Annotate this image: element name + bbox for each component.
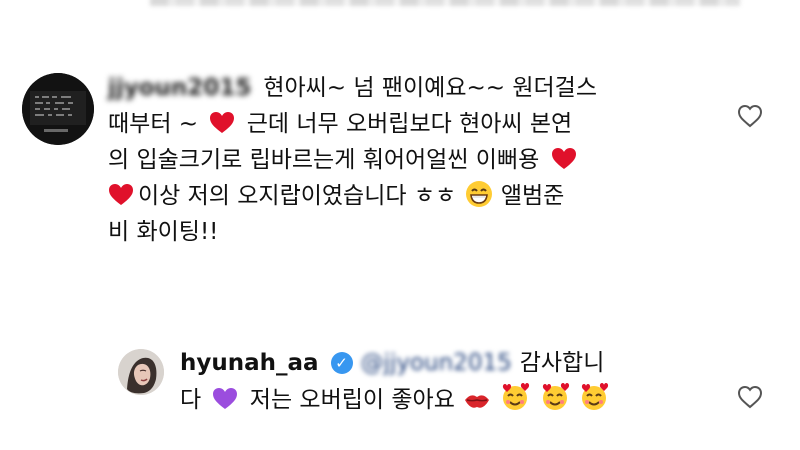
comment-line-4: 이상 저의 오지랍이였습니다 ㅎㅎ <box>138 183 457 209</box>
reply-line-2: 저는 오버립이 좋아요 <box>249 387 455 413</box>
reply-line-1: 감사합니 <box>519 350 605 376</box>
instagram-comments-page: jjyoun2015 현아씨~ 넘 팬이예요~~ 원더걸스 때부터 ~ 근데 너무… <box>0 0 800 450</box>
like-icon[interactable] <box>736 383 764 411</box>
heart-icon <box>551 147 577 171</box>
heart-icon <box>209 111 235 135</box>
verified-badge-icon: ✓ <box>330 352 353 374</box>
comment-line-5: 비 화이팅!! <box>108 219 219 245</box>
smiling-face-with-hearts-icon <box>539 381 571 413</box>
avatar-hyunah-aa[interactable] <box>118 349 164 395</box>
blurred-previous-comment <box>150 0 740 6</box>
kiss-lips-icon <box>462 387 492 413</box>
comment-line-3: 의 입술크기로 립바르는게 훠어어얼씬 이뻐용 <box>108 147 540 173</box>
smiling-face-with-hearts-icon <box>578 381 610 413</box>
grinning-face-icon <box>464 179 494 209</box>
purple-heart-icon <box>212 387 238 411</box>
username-jjyoun2015[interactable]: jjyoun2015 <box>108 75 251 101</box>
username-hyunah-aa[interactable]: hyunah_aa <box>180 350 319 376</box>
reply-line-2-start: 다 <box>180 387 202 413</box>
comment-line-4-end: 앨범준 <box>500 183 565 209</box>
avatar-jjyoun2015[interactable] <box>22 73 94 145</box>
avatar-image <box>22 73 94 145</box>
like-icon[interactable] <box>736 102 764 130</box>
comment-jjyoun2015: jjyoun2015 현아씨~ 넘 팬이예요~~ 원더걸스 때부터 ~ 근데 너무… <box>22 70 782 260</box>
comment-line-2-end: 근데 너무 오버립보다 현아씨 본연 <box>246 111 573 137</box>
comment-text-hyunah-aa: hyunah_aa ✓ @jjyoun2015 감사합니 다 저는 오버립이 좋아요 <box>180 345 710 418</box>
comment-text-jjyoun2015: jjyoun2015 현아씨~ 넘 팬이예요~~ 원더걸스 때부터 ~ 근데 너무… <box>108 70 708 250</box>
heart-icon <box>108 183 134 207</box>
comment-line-1: 현아씨~ 넘 팬이예요~~ 원더걸스 <box>263 75 597 101</box>
smiling-face-with-hearts-icon <box>499 381 531 413</box>
mention-jjyoun2015[interactable]: @jjyoun2015 <box>361 350 512 376</box>
comment-hyunah-aa: hyunah_aa ✓ @jjyoun2015 감사합니 다 저는 오버립이 좋아요 <box>118 345 782 435</box>
comment-line-2-start: 때부터 ~ <box>108 111 199 137</box>
avatar-image <box>118 349 164 395</box>
